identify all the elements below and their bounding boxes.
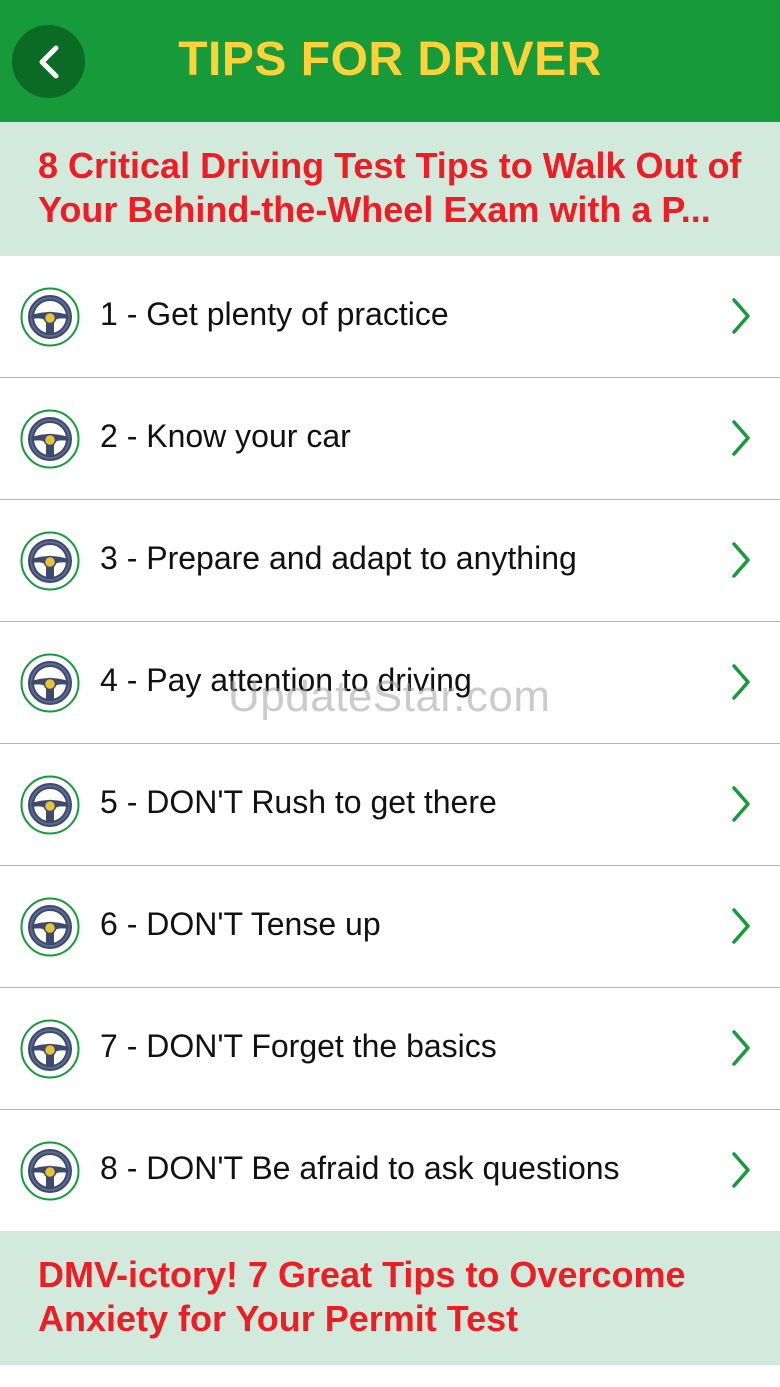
section-header-permit-anxiety: DMV-ictory! 7 Great Tips to Overcome Anx… [0,1231,780,1365]
chevron-right-icon [732,664,750,700]
list-item-label: 4 - Pay attention to driving [100,662,472,698]
steering-wheel-icon [20,409,80,469]
steering-wheel-icon [20,775,80,835]
page-title: TIPS FOR DRIVER [178,33,602,86]
list-item[interactable]: 1 - Get plenty of practice [0,256,780,378]
steering-wheel-icon [20,1019,80,1079]
list-item[interactable]: 8 - DON'T Be afraid to ask questions [0,1110,780,1231]
section-header-critical-tips: 8 Critical Driving Test Tips to Walk Out… [0,122,780,256]
list-item[interactable]: 7 - DON'T Forget the basics [0,988,780,1110]
section-title: 8 Critical Driving Test Tips to Walk Out… [38,144,774,232]
section-title-line-1: 8 Critical Driving Test Tips to Walk Out… [38,145,742,186]
list-item-label: 6 - DON'T Tense up [100,906,381,942]
section-title-line-1: DMV-ictory! 7 Great Tips to Overcome [38,1254,686,1295]
chevron-right-icon [732,298,750,334]
chevron-right-icon [732,908,750,944]
chevron-right-icon [732,786,750,822]
tips-list: 1 - Get plenty of practice 2 - Know your… [0,256,780,1231]
steering-wheel-icon [20,287,80,347]
navigation-bar: TIPS FOR DRIVER [0,0,780,122]
list-item-label: 5 - DON'T Rush to get there [100,784,497,820]
chevron-right-icon [732,1152,750,1188]
chevron-right-icon [732,1030,750,1066]
list-item-label: 8 - DON'T Be afraid to ask questions [100,1150,620,1186]
list-item[interactable]: 5 - DON'T Rush to get there [0,744,780,866]
steering-wheel-icon [20,1141,80,1201]
steering-wheel-icon [20,531,80,591]
steering-wheel-icon [20,897,80,957]
section-title-line-2: Your Behind-the-Wheel Exam with a P... [38,189,711,230]
list-item-label: 1 - Get plenty of practice [100,296,449,332]
list-item[interactable]: 6 - DON'T Tense up [0,866,780,988]
list-item[interactable]: 2 - Know your car [0,378,780,500]
list-item[interactable]: 3 - Prepare and adapt to anything [0,500,780,622]
steering-wheel-icon [20,653,80,713]
list-item-label: 2 - Know your car [100,418,351,454]
list-item-label: 3 - Prepare and adapt to anything [100,540,577,576]
chevron-right-icon [732,420,750,456]
chevron-right-icon [732,542,750,578]
section-title-line-2: Anxiety for Your Permit Test [38,1298,519,1339]
list-item[interactable]: 4 - Pay attention to driving [0,622,780,744]
section-title: DMV-ictory! 7 Great Tips to Overcome Anx… [38,1253,774,1341]
list-item-label: 7 - DON'T Forget the basics [100,1028,497,1064]
